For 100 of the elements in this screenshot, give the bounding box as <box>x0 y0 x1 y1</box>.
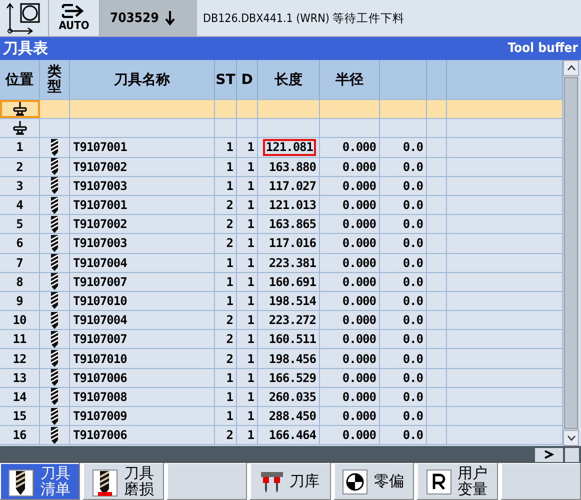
table-cell: 3 <box>0 176 40 195</box>
table-cell: T9107008 <box>70 388 215 406</box>
table-cell: 0.000 <box>320 311 380 330</box>
table-cell: T9107009 <box>70 407 215 426</box>
table-cell: 160.691 <box>268 274 316 289</box>
drill-icon <box>50 196 59 214</box>
table-cell: 0.000 <box>320 158 380 176</box>
table-cell: T9107001 <box>70 196 215 214</box>
table-cell: 1 <box>237 196 258 214</box>
table-cell: 1 <box>215 254 237 272</box>
table-cell: 1 <box>237 292 258 310</box>
target-icon <box>342 468 368 494</box>
drill-icon <box>50 216 59 233</box>
table-cell: 0.0 <box>380 234 427 252</box>
table-cell: 0.0 <box>380 196 427 214</box>
more-button[interactable] <box>535 448 563 462</box>
spindle-icon <box>12 121 28 136</box>
table-cell: 2 <box>215 215 237 234</box>
table-cell: 0.000 <box>320 407 380 426</box>
drill-icon <box>50 408 59 425</box>
table-cell: 1 <box>237 388 258 406</box>
table-cell: 15 <box>0 407 40 426</box>
table-cell: 0.000 <box>320 176 380 195</box>
table-cell: 0.0 <box>380 349 427 368</box>
table-cell: 1 <box>0 138 40 157</box>
table-cell: 1 <box>237 138 258 157</box>
table-cell: 166.464 <box>268 428 316 442</box>
table-cell: 121.013 <box>268 198 316 212</box>
softkey[interactable]: 刀库 <box>250 463 331 500</box>
table-cell: 1 <box>237 311 258 330</box>
spindle-icon <box>12 102 28 116</box>
table-cell: T9107004 <box>70 311 215 330</box>
table-cell: T9107002 <box>70 158 215 176</box>
table-cell: 1 <box>237 158 258 176</box>
drill-icon <box>50 158 59 176</box>
table-cell: 1 <box>215 388 237 406</box>
table-cell: T9107007 <box>70 272 215 291</box>
scroll-down-button[interactable] <box>563 430 579 446</box>
table-cell: 0.000 <box>320 272 380 291</box>
table-cell: 1 <box>215 176 237 195</box>
variable-icon <box>426 468 452 494</box>
table-cell: 2 <box>215 234 237 252</box>
table-cell: 1 <box>215 272 237 291</box>
table-cell: 0.000 <box>320 330 380 348</box>
table-cell: 1 <box>237 234 258 252</box>
softkey[interactable]: 零偏 <box>334 463 414 500</box>
table-cell: 13 <box>0 368 40 387</box>
table-cell: 1 <box>215 407 237 426</box>
column-header: 位置 <box>0 60 40 99</box>
drill-icon <box>50 369 59 386</box>
table-cell: 1 <box>237 176 258 195</box>
table-cell: 0.0 <box>380 292 427 310</box>
column-header: 刀具名称 <box>70 60 215 99</box>
table-cell: 0.0 <box>380 426 427 444</box>
softkey[interactable] <box>166 463 248 500</box>
table-cell: 0.000 <box>320 388 380 406</box>
table-cell: 0.0 <box>380 407 427 426</box>
table-cell: T9107004 <box>70 254 215 272</box>
table-cell: T9107003 <box>70 176 215 195</box>
table-cell: 1 <box>237 349 258 368</box>
table-cell: 198.456 <box>268 352 316 366</box>
table-cell: 10 <box>0 311 40 330</box>
table-cell: T9107010 <box>70 349 215 368</box>
table-cell: 160.511 <box>268 332 316 346</box>
table-cell: 2 <box>215 330 237 348</box>
column-header: 类型 <box>40 60 70 99</box>
table-cell: 260.035 <box>268 390 316 404</box>
column-header: D <box>237 60 258 99</box>
table-cell: 0.0 <box>380 272 427 291</box>
table-cell: 1 <box>237 215 258 234</box>
softkey[interactable]: 刀具清单 <box>0 463 80 500</box>
table-cell: 11 <box>0 330 40 348</box>
table-cell: 0.0 <box>380 388 427 406</box>
table-cell: 0.000 <box>320 426 380 444</box>
table-cell: 1 <box>237 368 258 387</box>
drill-icon <box>50 292 59 310</box>
table-cell: T9107010 <box>70 292 215 310</box>
column-header: 半径 <box>320 60 380 99</box>
table-cell: 0.0 <box>380 176 427 195</box>
drill-icon <box>50 177 59 194</box>
table-cell: 1 <box>215 368 237 387</box>
table-cell: T9107006 <box>70 368 215 387</box>
drill-icon <box>8 466 34 496</box>
program-indicator: 703529 <box>100 0 197 36</box>
table-cell: 7 <box>0 254 40 272</box>
scrollbar-thumb[interactable] <box>564 77 578 429</box>
drill-icon <box>50 388 59 406</box>
softkey[interactable]: 用户变量 <box>417 463 498 500</box>
table-cell: 0.000 <box>320 254 380 272</box>
table-cell: 1 <box>237 254 258 272</box>
table-cell: 1 <box>215 158 237 176</box>
softkey[interactable]: 刀具磨损 <box>83 463 164 500</box>
table-cell: 0.000 <box>320 196 380 214</box>
table-cell: 0.0 <box>380 330 427 348</box>
table-cell: T9107006 <box>70 426 215 444</box>
column-header: 长度 <box>258 60 320 99</box>
scroll-up-button[interactable] <box>563 60 579 76</box>
drill-icon <box>50 426 59 444</box>
column-header: ST <box>215 60 237 99</box>
highlighted-cell: 121.081 <box>262 138 316 156</box>
